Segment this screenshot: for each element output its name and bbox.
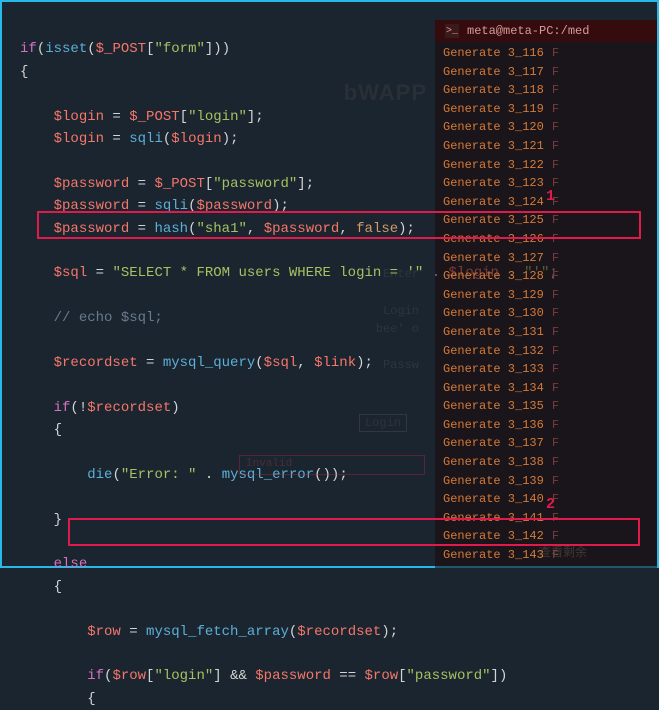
bg-enter-label: Enter [383,267,419,281]
terminal-line: Generate 3_128F [443,267,649,286]
terminal-titlebar[interactable]: >_ meta@meta-PC:/med [435,20,657,42]
terminal-line: Generate 3_130F [443,304,649,323]
bg-passw-label: Passw [383,358,419,372]
terminal-line: Generate 3_135F [443,397,649,416]
bottom-cn-text: 查看剩余 [539,543,587,560]
terminal-line: Generate 3_132F [443,342,649,361]
code-token: if [20,41,37,57]
terminal-line: Generate 3_134F [443,379,649,398]
terminal-line: Generate 3_126F [443,230,649,249]
terminal-line: Generate 3_127F [443,249,649,268]
background-app-title: bWAPP [344,80,427,106]
terminal-line: Generate 3_118F [443,81,649,100]
terminal-overlay: >_ meta@meta-PC:/med Generate 3_116FGene… [435,20,657,568]
terminal-line: Generate 3_136F [443,416,649,435]
terminal-line: Generate 3_138F [443,453,649,472]
terminal-title-text: meta@meta-PC:/med [467,24,589,38]
terminal-line: Generate 3_122F [443,156,649,175]
terminal-line: Generate 3_129F [443,286,649,305]
bg-invalid-message: Invalid [239,455,425,475]
terminal-line: Generate 3_116F [443,44,649,63]
terminal-line: Generate 3_139F [443,472,649,491]
annotation-number-1: 1 [546,188,555,205]
bg-login-button[interactable]: Login [359,414,407,432]
bg-login-label: Login [383,304,419,318]
terminal-icon: >_ [445,24,459,38]
bg-login-value: bee' o [376,322,419,336]
terminal-line: Generate 3_121F [443,137,649,156]
terminal-line: Generate 3_131F [443,323,649,342]
annotation-number-2: 2 [546,496,555,513]
terminal-line: Generate 3_137F [443,434,649,453]
terminal-line: Generate 3_120F [443,118,649,137]
terminal-line: Generate 3_133F [443,360,649,379]
terminal-line: Generate 3_125F [443,211,649,230]
terminal-output[interactable]: Generate 3_116FGenerate 3_117FGenerate 3… [435,42,657,567]
terminal-line: Generate 3_117F [443,63,649,82]
terminal-line: Generate 3_119F [443,100,649,119]
